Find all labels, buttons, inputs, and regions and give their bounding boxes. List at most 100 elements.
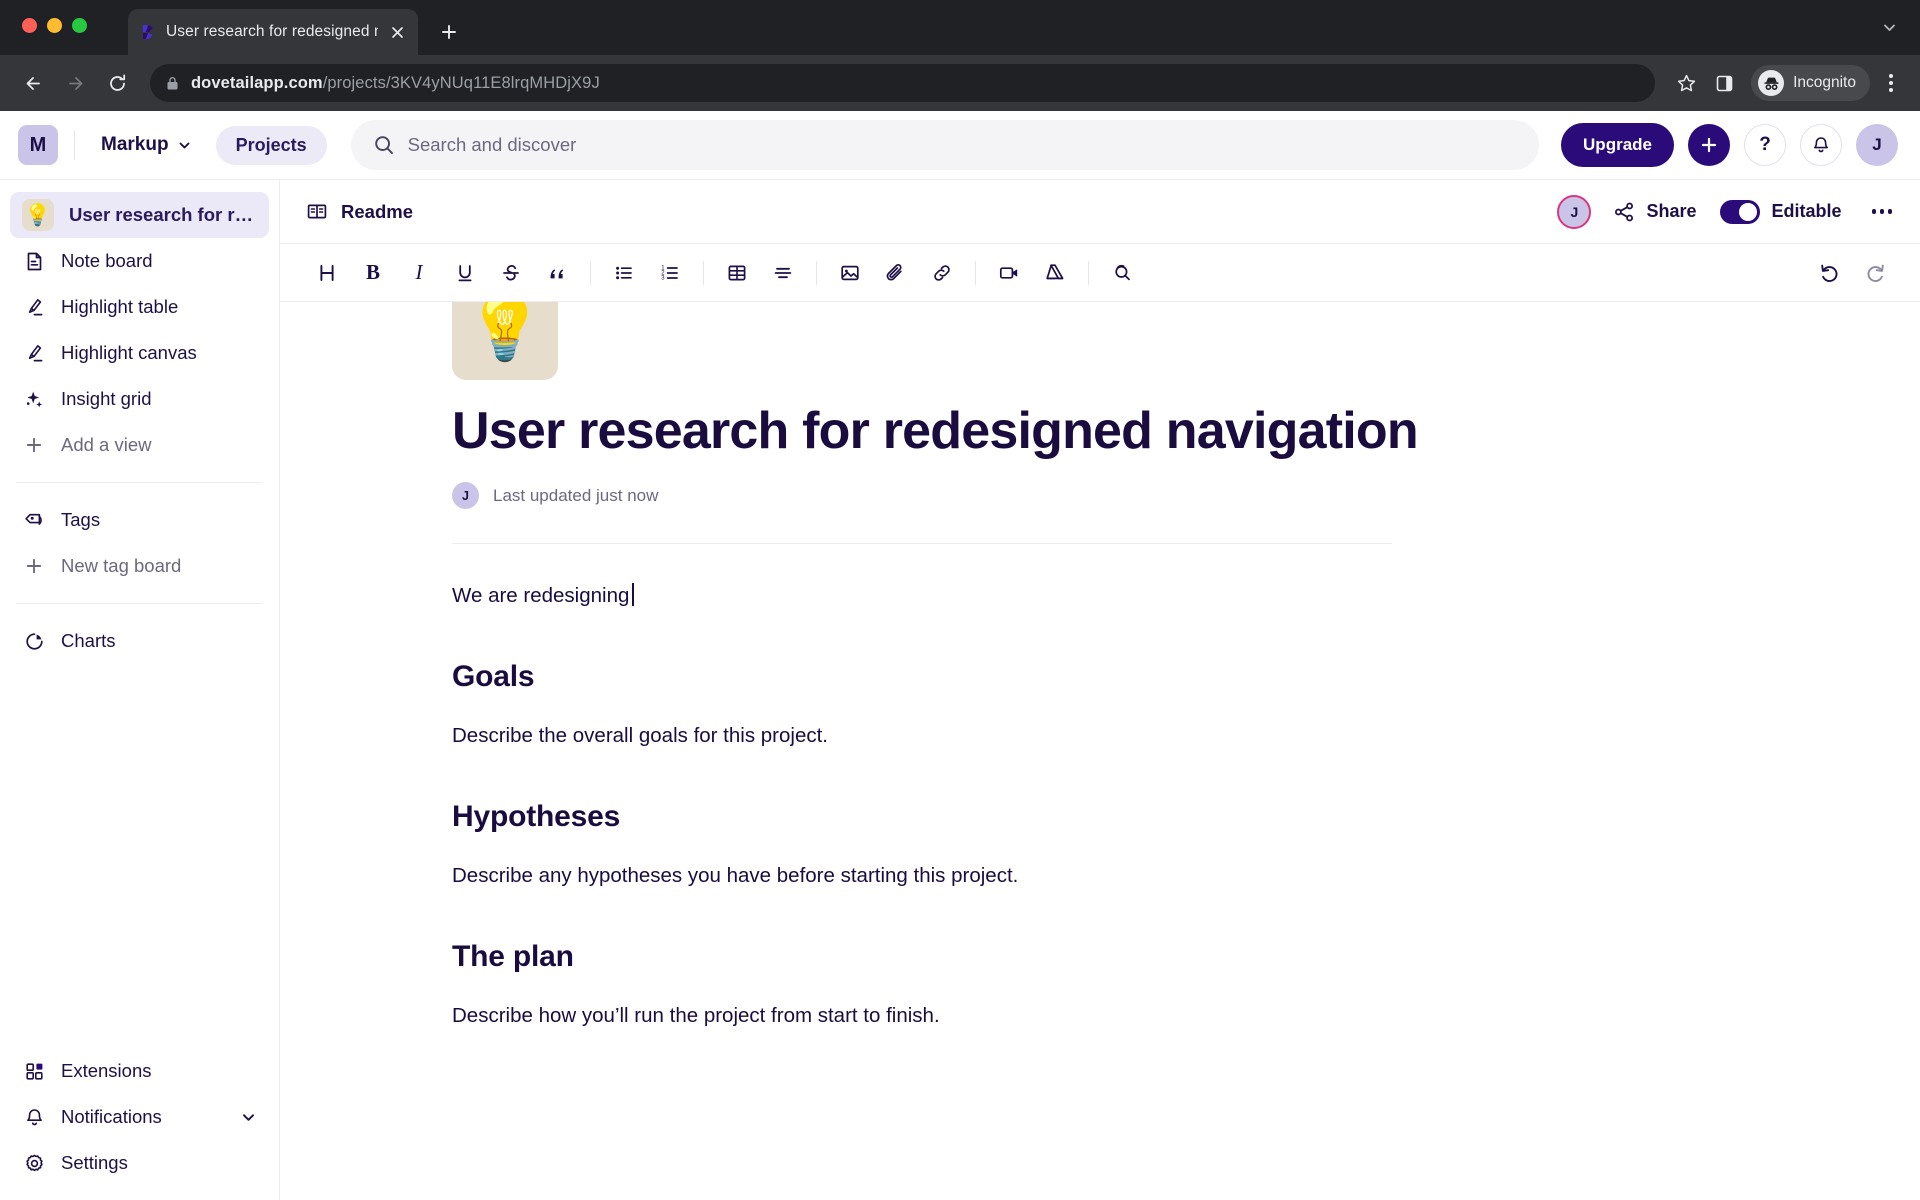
sidebar-add-view-button[interactable]: Add a view [10, 422, 269, 468]
document-scroll-area[interactable]: 💡 User research for redesigned navigatio… [280, 302, 1920, 1200]
sidebar-new-tag-board-button[interactable]: New tag board [10, 543, 269, 589]
sidebar-item-label: Tags [61, 509, 101, 530]
sidebar-item-charts[interactable]: Charts [10, 618, 269, 664]
sidebar-project-label: User research for rede... [69, 204, 257, 225]
workspace-avatar[interactable]: M [18, 125, 58, 165]
upgrade-button[interactable]: Upgrade [1561, 123, 1674, 167]
plus-icon [22, 433, 46, 457]
sidebar-item-highlight-table[interactable]: Highlight table [10, 284, 269, 330]
toggle-switch[interactable] [1720, 199, 1761, 224]
divider-button[interactable] [764, 254, 802, 292]
redo-button[interactable] [1856, 254, 1894, 292]
collaborator-avatar[interactable]: J [1557, 194, 1592, 229]
sidebar-new-tag-board-label: New tag board [61, 555, 182, 576]
toolbar-divider [590, 260, 591, 285]
incognito-indicator[interactable]: Incognito [1751, 65, 1870, 101]
sidebar-item-settings[interactable]: Settings [10, 1140, 269, 1186]
sidebar-item-label: Notifications [61, 1106, 162, 1127]
search-placeholder: Search and discover [407, 134, 577, 155]
star-icon[interactable] [1669, 66, 1703, 100]
toolbar-divider [1088, 260, 1089, 285]
maximize-window-button[interactable] [72, 18, 87, 33]
table-button[interactable] [718, 254, 756, 292]
ellipsis-icon[interactable] [1866, 203, 1899, 220]
browser-tab[interactable]: User research for redesigned n [128, 9, 418, 55]
document-header: Readme J Share Editable [280, 180, 1920, 244]
document-intro-paragraph[interactable]: We are redesigning [452, 580, 1602, 612]
link-button[interactable] [923, 254, 961, 292]
attachment-button[interactable] [877, 254, 915, 292]
main-panel: Readme J Share Editable B I 1 2 3 💡 User… [280, 179, 1920, 1200]
incognito-label: Incognito [1793, 74, 1856, 91]
kebab-menu-icon[interactable] [1876, 66, 1906, 100]
search-input[interactable]: Search and discover [350, 120, 1540, 170]
sidebar-item-label: Note board [61, 250, 153, 271]
chevron-down-icon[interactable] [240, 1109, 257, 1126]
create-button[interactable] [1688, 124, 1730, 166]
sidebar-item-label: Settings [61, 1152, 128, 1173]
underline-button[interactable] [446, 254, 484, 292]
help-button[interactable]: ? [1744, 124, 1786, 166]
notifications-button[interactable] [1800, 124, 1842, 166]
editable-toggle[interactable]: Editable [1720, 199, 1842, 224]
plus-icon [22, 554, 46, 578]
section-heading-goals[interactable]: Goals [452, 660, 1602, 694]
image-button[interactable] [831, 254, 869, 292]
undo-button[interactable] [1810, 254, 1848, 292]
extensions-icon [22, 1059, 46, 1083]
close-icon[interactable] [387, 22, 407, 42]
user-avatar[interactable]: J [1856, 124, 1898, 166]
blockquote-button[interactable] [538, 254, 576, 292]
share-button[interactable]: Share [1613, 201, 1696, 223]
document-inner: 💡 User research for redesigned navigatio… [280, 302, 1920, 1031]
bold-button[interactable]: B [354, 254, 392, 292]
nav-projects-button[interactable]: Projects [215, 125, 327, 165]
minimize-window-button[interactable] [47, 18, 62, 33]
numbered-list-button[interactable]: 1 2 3 [651, 254, 689, 292]
app-header: M Markup Projects Search and discover Up… [0, 111, 1920, 179]
address-bar[interactable]: dovetailapp.com/projects/3KV4yNUq11E8lrq… [150, 64, 1656, 102]
document-divider [452, 543, 1392, 545]
sidebar-item-insight-grid[interactable]: Insight grid [10, 376, 269, 422]
search-replace-button[interactable] [1103, 254, 1141, 292]
section-heading-hypotheses[interactable]: Hypotheses [452, 800, 1602, 834]
sidebar-item-highlight-canvas[interactable]: Highlight canvas [10, 330, 269, 376]
address-bar-url: dovetailapp.com/projects/3KV4yNUq11E8lrq… [191, 74, 600, 93]
reload-icon[interactable] [98, 64, 136, 102]
section-body-the-plan[interactable]: Describe how you’ll run the project from… [452, 1000, 1602, 1032]
chevron-down-icon[interactable] [1874, 12, 1904, 42]
sidebar-item-tags[interactable]: Tags [10, 497, 269, 543]
heading-button[interactable] [308, 254, 346, 292]
sidebar-item-notifications[interactable]: Notifications [10, 1094, 269, 1140]
workspace-switcher[interactable]: Markup [91, 127, 202, 163]
sidebar-add-view-label: Add a view [61, 434, 152, 455]
search-icon [373, 134, 395, 156]
back-arrow-icon[interactable] [14, 64, 52, 102]
bulleted-list-button[interactable] [605, 254, 643, 292]
new-tab-button[interactable] [432, 15, 466, 49]
sidebar-item-extensions[interactable]: Extensions [10, 1048, 269, 1094]
tab-readme[interactable]: Readme [306, 201, 413, 223]
sidebar-item-note-board[interactable]: Note board [10, 238, 269, 284]
forward-arrow-icon[interactable] [56, 64, 94, 102]
editable-label: Editable [1771, 201, 1842, 221]
sidebar-item-label: Extensions [61, 1060, 152, 1081]
toolbar-divider [975, 260, 976, 285]
strikethrough-button[interactable] [492, 254, 530, 292]
sidebar: 💡 User research for rede... Note board [0, 179, 280, 1200]
page-title[interactable]: User research for redesigned navigation [452, 402, 1602, 460]
avatar: J [452, 482, 479, 510]
section-body-hypotheses[interactable]: Describe any hypotheses you have before … [452, 860, 1602, 892]
video-button[interactable] [990, 254, 1028, 292]
document-meta: J Last updated just now [452, 482, 1602, 510]
section-body-goals[interactable]: Describe the overall goals for this proj… [452, 720, 1602, 752]
section-heading-the-plan[interactable]: The plan [452, 940, 1602, 974]
italic-button[interactable]: I [400, 254, 438, 292]
sparkle-icon [22, 387, 46, 411]
google-drive-button[interactable] [1036, 254, 1074, 292]
document-cover-icon[interactable]: 💡 [452, 302, 558, 380]
pie-chart-icon [22, 629, 46, 653]
sidebar-item-project[interactable]: 💡 User research for rede... [10, 192, 269, 238]
side-panel-icon[interactable] [1707, 66, 1741, 100]
close-window-button[interactable] [22, 18, 37, 33]
